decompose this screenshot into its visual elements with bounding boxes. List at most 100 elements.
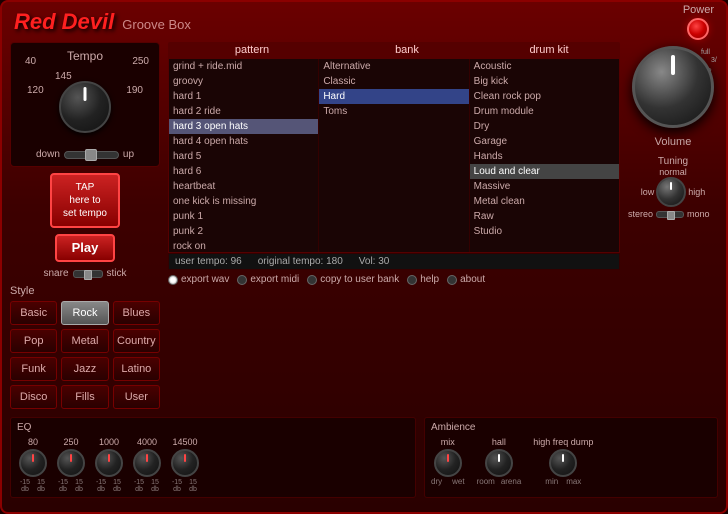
mix-sublabels: dry wet [431, 477, 465, 486]
export-midi-radio[interactable] [237, 275, 247, 285]
hfd-knob[interactable] [549, 449, 577, 477]
drum-kit-item[interactable]: Studio [470, 224, 619, 239]
style-btn-country[interactable]: Country [113, 329, 160, 353]
drum-kit-item[interactable]: Loud and clear [470, 164, 619, 179]
tempo-num-250: 250 [132, 56, 149, 67]
volume-container: 2 3/4 full [629, 42, 717, 132]
drum-kit-col: AcousticBig kickClean rock popDrum modul… [470, 59, 619, 252]
export-wav-item[interactable]: export wav [168, 274, 229, 285]
copy-to-user-bank-item[interactable]: copy to user bank [307, 274, 399, 285]
tempo-num-145: 145 [55, 71, 72, 82]
play-button[interactable]: Play [55, 234, 115, 262]
help-radio[interactable] [407, 275, 417, 285]
eq-knob-250[interactable] [57, 449, 85, 477]
style-btn-pop[interactable]: Pop [10, 329, 57, 353]
snare-slider[interactable] [73, 270, 103, 278]
pattern-item[interactable]: rock on [169, 239, 318, 252]
stereo-mono-slider[interactable] [656, 211, 684, 218]
app-title: Red Devil [14, 9, 114, 35]
eq-knob-4000[interactable] [133, 449, 161, 477]
dry-label: dry [431, 477, 442, 486]
power-label: Power [683, 4, 714, 16]
eq-knob-1000[interactable] [95, 449, 123, 477]
tap-button[interactable]: TAP here to set tempo [50, 173, 120, 228]
about-item[interactable]: about [447, 274, 485, 285]
drum-kit-item[interactable]: Raw [470, 209, 619, 224]
drum-kit-item[interactable]: Dry [470, 119, 619, 134]
pattern-item[interactable]: hard 6 [169, 164, 318, 179]
eq-knob-14500[interactable] [171, 449, 199, 477]
pattern-item[interactable]: punk 2 [169, 224, 318, 239]
tuning-knob[interactable] [656, 177, 686, 207]
mix-label: mix [441, 437, 455, 447]
style-btn-fills[interactable]: Fills [61, 385, 108, 409]
style-btn-user[interactable]: User [113, 385, 160, 409]
drum-kit-item[interactable]: Massive [470, 179, 619, 194]
app-subtitle: Groove Box [122, 17, 191, 32]
down-up-row: down up [17, 149, 153, 160]
style-btn-blues[interactable]: Blues [113, 301, 160, 325]
copy-radio[interactable] [307, 275, 317, 285]
about-radio[interactable] [447, 275, 457, 285]
pattern-item[interactable]: hard 2 ride [169, 104, 318, 119]
tuning-normal: normal [628, 167, 718, 177]
ambience-label: Ambience [431, 422, 711, 433]
tempo-slider[interactable] [64, 151, 119, 159]
export-midi-item[interactable]: export midi [237, 274, 299, 285]
pattern-item[interactable]: grind + ride.mid [169, 59, 318, 74]
pattern-item[interactable]: groovy [169, 74, 318, 89]
mix-knob[interactable] [434, 449, 462, 477]
pattern-item[interactable]: hard 1 [169, 89, 318, 104]
room-label: room [477, 477, 495, 486]
drum-kit-item[interactable]: Garage [470, 134, 619, 149]
tuning-label: Tuning [628, 156, 718, 167]
volume-knob-wrapper [632, 46, 714, 128]
center-panel: pattern bank drum kit grind + ride.midgr… [168, 42, 620, 409]
header-pattern: pattern [168, 42, 336, 58]
pattern-item[interactable]: heartbeat [169, 179, 318, 194]
eq-knob-80[interactable] [19, 449, 47, 477]
drum-kit-item[interactable]: Big kick [470, 74, 619, 89]
style-btn-funk[interactable]: Funk [10, 357, 57, 381]
tempo-num-40: 40 [25, 56, 36, 67]
pattern-item[interactable]: hard 5 [169, 149, 318, 164]
bank-item[interactable]: Classic [319, 74, 468, 89]
style-btn-disco[interactable]: Disco [10, 385, 57, 409]
bank-item[interactable]: Hard [319, 89, 468, 104]
stereo-mono-row: stereo mono [628, 209, 718, 219]
export-wav-radio[interactable] [168, 275, 178, 285]
style-btn-rock[interactable]: Rock [61, 301, 108, 325]
pattern-item[interactable]: hard 3 open hats [169, 119, 318, 134]
export-midi-label: export midi [250, 274, 299, 285]
pattern-item[interactable]: hard 4 open hats [169, 134, 318, 149]
drum-kit-item[interactable]: Metal clean [470, 194, 619, 209]
power-button[interactable] [687, 18, 709, 40]
hfd-sublabels: min max [545, 477, 581, 486]
pattern-item[interactable]: punk 1 [169, 209, 318, 224]
bank-item[interactable]: Toms [319, 104, 468, 119]
hall-knob[interactable] [485, 449, 513, 477]
eq-band-250: 250-15 db15 db [55, 437, 87, 493]
pattern-item[interactable]: one kick is missing [169, 194, 318, 209]
eq-ambience-row: EQ 80-15 db15 db250-15 db15 db1000-15 db… [10, 417, 718, 498]
tempo-knob[interactable] [59, 81, 111, 133]
header-drum-kit: drum kit [478, 42, 620, 58]
drum-kit-item[interactable]: Acoustic [470, 59, 619, 74]
drum-kit-item[interactable]: Hands [470, 149, 619, 164]
style-btn-basic[interactable]: Basic [10, 301, 57, 325]
style-btn-jazz[interactable]: Jazz [61, 357, 108, 381]
ambience-section: Ambience mix dry wet hall [424, 417, 718, 498]
eq-freq-label: 4000 [137, 437, 157, 447]
bank-item[interactable]: Alternative [319, 59, 468, 74]
style-btn-metal[interactable]: Metal [61, 329, 108, 353]
style-btn-latino[interactable]: Latino [113, 357, 160, 381]
drum-kit-item[interactable]: Clean rock pop [470, 89, 619, 104]
down-label: down [36, 149, 60, 160]
eq-label: EQ [17, 422, 409, 433]
drum-kit-item[interactable]: Drum module [470, 104, 619, 119]
eq-band-80: 80-15 db15 db [17, 437, 49, 493]
list-body: grind + ride.midgroovyhard 1hard 2 rideh… [168, 58, 620, 253]
hfd-group: high freq dump min max [533, 437, 593, 486]
volume-knob[interactable] [632, 46, 714, 128]
help-item[interactable]: help [407, 274, 439, 285]
